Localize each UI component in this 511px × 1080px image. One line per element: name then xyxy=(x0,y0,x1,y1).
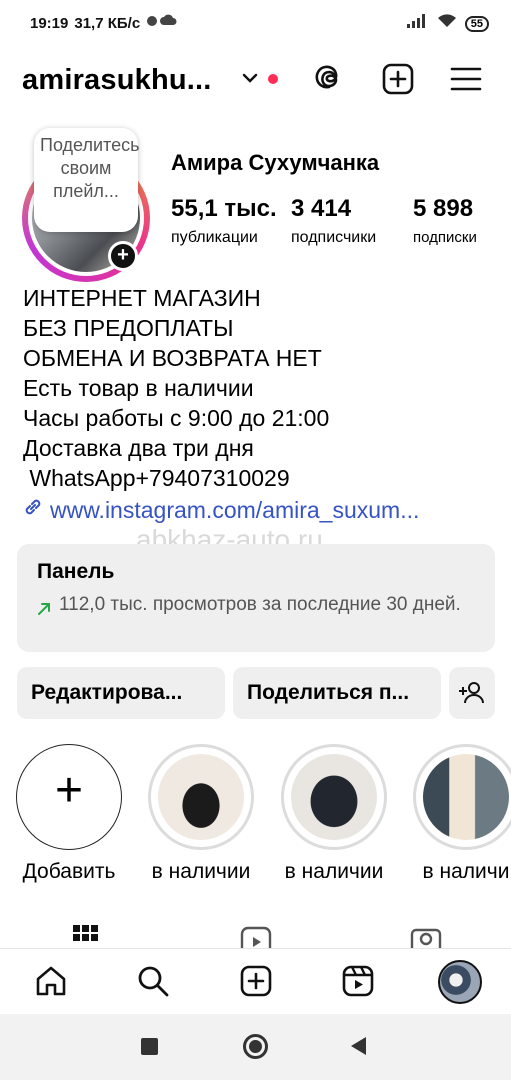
dashboard-views-text: 112,0 тыс. просмотров за последние 30 дн… xyxy=(59,594,461,615)
home-button-icon[interactable] xyxy=(243,1034,268,1059)
link-icon xyxy=(22,496,44,524)
highlight-add[interactable]: + Добавить xyxy=(14,744,124,884)
trend-up-icon xyxy=(37,602,51,621)
posts-count-label: публикации xyxy=(171,229,258,246)
posts-count-value: 55,1 тыс. xyxy=(171,195,277,222)
profile-tabs xyxy=(0,920,511,950)
highlight-label: в наличии xyxy=(151,860,251,883)
add-highlight-circle[interactable]: + xyxy=(16,744,122,850)
create-post-icon[interactable] xyxy=(381,62,415,96)
tab-tagged-icon[interactable] xyxy=(410,924,442,950)
dashboard-title: Панель xyxy=(37,560,115,583)
home-icon[interactable] xyxy=(33,963,69,999)
tab-grid-icon[interactable] xyxy=(72,924,100,950)
highlight-item[interactable]: в наличи xyxy=(411,744,511,884)
bio-line: ИНТЕРНЕТ МАГАЗИН xyxy=(23,285,261,311)
followers-count[interactable]: 3 414 подписчики xyxy=(291,195,376,247)
menu-icon[interactable] xyxy=(449,62,483,96)
threads-icon[interactable] xyxy=(311,62,345,96)
note-bubble[interactable]: Поделитесь своим плейл... xyxy=(34,128,139,232)
system-navigation-bar xyxy=(0,1014,511,1080)
highlight-label: в наличии xyxy=(284,860,384,883)
bio-line: Часы работы с 9:00 до 21:00 xyxy=(23,405,330,431)
following-count-label: подписки xyxy=(413,229,477,246)
tab-reels-icon[interactable] xyxy=(240,924,272,950)
profile-top-bar: amirasukhu... xyxy=(0,56,511,106)
following-count[interactable]: 5 898 подписки xyxy=(413,195,477,246)
profile-avatar-area[interactable]: Поделитесь своим плейл... + xyxy=(22,128,150,282)
username-switcher[interactable]: amirasukhu... xyxy=(22,64,212,97)
highlight-cover xyxy=(291,754,377,840)
status-time: 19:19 xyxy=(30,14,69,32)
highlight-cover xyxy=(158,754,244,840)
add-person-icon xyxy=(459,681,485,710)
highlight-label: Добавить xyxy=(22,860,116,883)
bio-line: ОБМЕНА И ВОЗВРАТА НЕТ xyxy=(23,345,322,371)
bio-line: WhatsApp+79407310029 xyxy=(23,465,290,491)
status-bar: 19:19 31,7 КБ/с 55 xyxy=(0,0,511,50)
notification-icon xyxy=(146,14,180,32)
network-speed: 31,7 КБ/с xyxy=(74,14,141,32)
profile-avatar-tab[interactable] xyxy=(438,960,482,1004)
chevron-down-icon[interactable] xyxy=(240,68,260,93)
profile-full-name: Амира Сухумчанка xyxy=(171,150,380,175)
highlight-item[interactable]: в наличии xyxy=(279,744,389,884)
add-story-icon[interactable]: + xyxy=(108,241,138,271)
followers-count-value: 3 414 xyxy=(291,195,352,222)
edit-profile-button[interactable]: Редактирова... xyxy=(17,667,225,719)
battery-indicator: 55 xyxy=(464,15,489,32)
create-icon[interactable] xyxy=(238,963,274,999)
highlight-label: в наличи xyxy=(422,860,510,883)
search-icon[interactable] xyxy=(135,963,171,999)
posts-count[interactable]: 55,1 тыс. публикации xyxy=(171,195,277,247)
bio-line: Доставка два три дня xyxy=(23,435,254,461)
following-count-value: 5 898 xyxy=(413,195,474,222)
signal-icon xyxy=(406,14,429,33)
professional-dashboard[interactable]: Панель 112,0 тыс. просмотров за последни… xyxy=(17,544,495,652)
bottom-navigation xyxy=(0,948,511,1014)
profile-link-text[interactable]: www.instagram.com/amira_suxum... xyxy=(50,497,419,524)
notification-dot xyxy=(268,74,278,84)
highlight-cover xyxy=(423,754,509,840)
profile-link[interactable]: www.instagram.com/amira_suxum... xyxy=(22,496,419,524)
bio-line: БЕЗ ПРЕДОПЛАТЫ xyxy=(23,315,234,341)
bio-line: Есть товар в наличии xyxy=(23,375,254,401)
followers-count-label: подписчики xyxy=(291,229,377,246)
highlight-item[interactable]: в наличии xyxy=(146,744,256,884)
recents-icon[interactable] xyxy=(141,1038,158,1055)
reels-icon[interactable] xyxy=(340,963,376,999)
share-profile-button[interactable]: Поделиться п... xyxy=(233,667,441,719)
profile-bio: ИНТЕРНЕТ МАГАЗИН БЕЗ ПРЕДОПЛАТЫ ОБМЕНА И… xyxy=(23,283,329,493)
plus-icon: + xyxy=(54,764,84,817)
back-icon[interactable] xyxy=(351,1037,366,1055)
discover-people-button[interactable] xyxy=(449,667,495,719)
wifi-icon xyxy=(437,14,457,33)
